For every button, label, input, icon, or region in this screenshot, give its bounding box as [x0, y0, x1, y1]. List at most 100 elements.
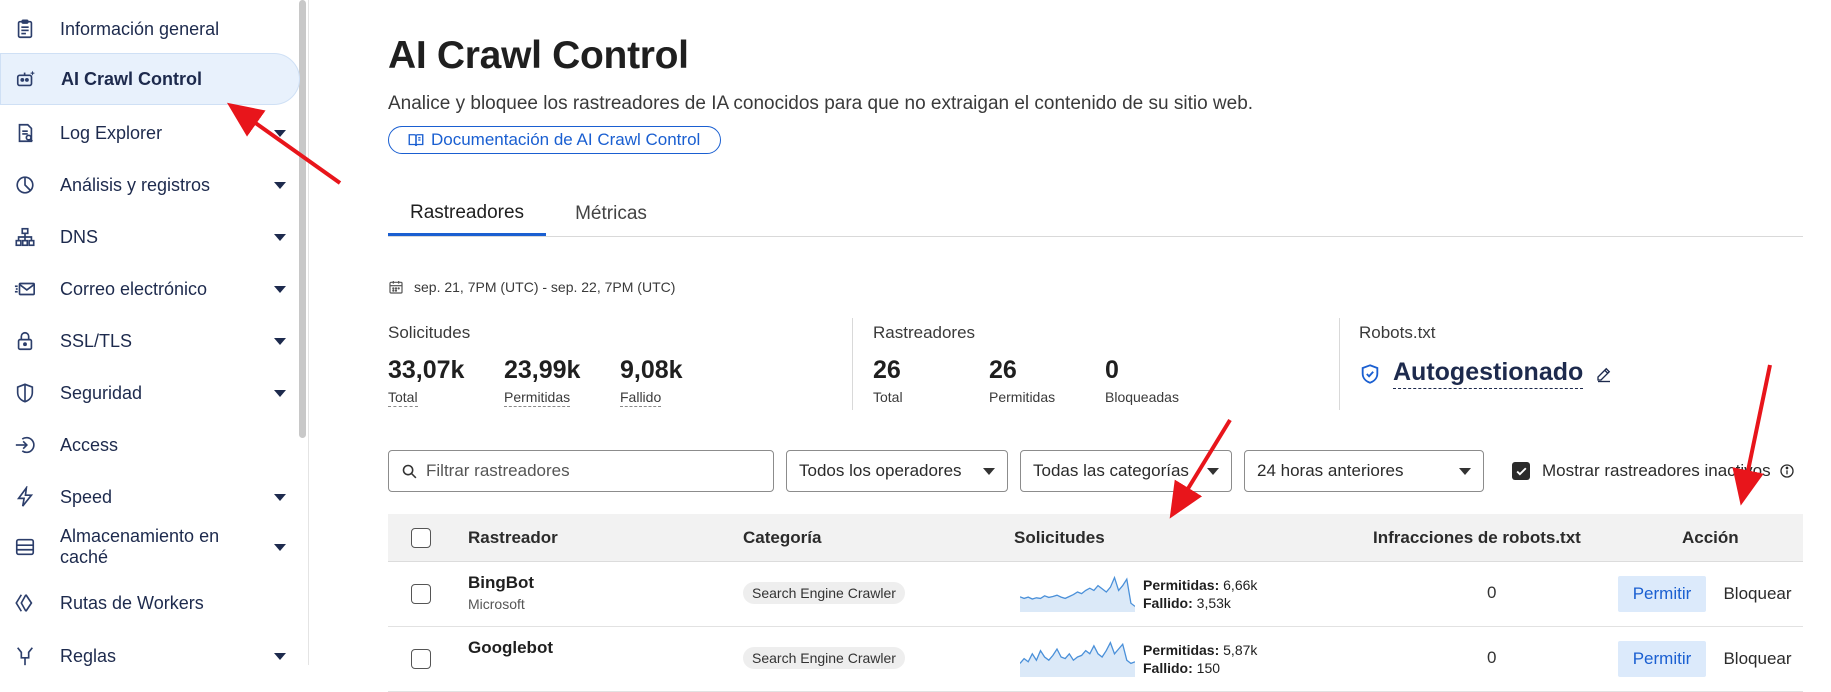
- info-icon[interactable]: [1779, 463, 1795, 479]
- sidebar-item-reglas[interactable]: Reglas: [0, 637, 298, 675]
- row-checkbox[interactable]: [411, 649, 431, 669]
- chevron-down-icon[interactable]: [274, 233, 286, 241]
- allow-button[interactable]: Permitir: [1618, 576, 1706, 612]
- chevron-down-icon[interactable]: [274, 493, 286, 501]
- stat-caption[interactable]: Permitidas: [504, 389, 571, 407]
- tab-rastreadores[interactable]: Rastreadores: [388, 192, 546, 236]
- show-inactive-toggle[interactable]: Mostrar rastreadores inactivos: [1512, 450, 1795, 492]
- failed-label: Fallido:: [1143, 660, 1193, 676]
- sidebar-item-label: Rutas de Workers: [60, 592, 204, 613]
- search-box[interactable]: [388, 450, 774, 492]
- chevron-down-icon[interactable]: [274, 337, 286, 345]
- table-row: Googlebot Search Engine Crawler Permitid…: [388, 627, 1803, 692]
- stat-caption[interactable]: Fallido: [620, 389, 662, 407]
- sidebar-item-log-explorer[interactable]: Log Explorer: [0, 114, 298, 152]
- operators-select[interactable]: Todos los operadores: [786, 450, 1008, 492]
- tab-bar: Rastreadores Métricas: [388, 192, 1803, 237]
- date-range-text: sep. 21, 7PM (UTC) - sep. 22, 7PM (UTC): [414, 279, 676, 295]
- show-inactive-label: Mostrar rastreadores inactivos: [1542, 461, 1771, 480]
- select-all-cell: [411, 514, 431, 561]
- sidebar-item-ai-crawl-control[interactable]: AI Crawl Control: [0, 53, 300, 105]
- chevron-down-icon[interactable]: [274, 181, 286, 189]
- sidebar-scrollbar[interactable]: [299, 0, 306, 438]
- requests-breakdown: Permitidas: 5,87k Fallido: 150: [1143, 641, 1257, 677]
- sidebar-item-dns[interactable]: DNS: [0, 218, 298, 256]
- calendar-icon: [389, 281, 403, 294]
- column-crawler[interactable]: Rastreador: [468, 514, 558, 561]
- row-checkbox[interactable]: [411, 584, 431, 604]
- sidebar-item-workers[interactable]: Rutas de Workers: [0, 584, 298, 622]
- sidebar-item-label: Correo electrónico: [60, 278, 208, 299]
- crawler-name[interactable]: Googlebot: [468, 638, 553, 658]
- category-badge: Search Engine Crawler: [743, 647, 905, 669]
- sidebar-item-seguridad[interactable]: Seguridad: [0, 374, 298, 412]
- pencil-icon[interactable]: [1595, 365, 1613, 383]
- sidebar-item-access[interactable]: Access: [0, 426, 298, 464]
- documentation-link-label: Documentación de AI Crawl Control: [431, 130, 701, 149]
- select-all-checkbox[interactable]: [411, 527, 431, 548]
- chevron-down-icon[interactable]: [274, 129, 286, 137]
- categories-select[interactable]: Todas las categorías: [1020, 450, 1232, 492]
- sidebar-item-speed[interactable]: Speed: [0, 478, 298, 516]
- sidebar-item-label: Access: [60, 434, 119, 455]
- allowed-value: 5,87k: [1223, 642, 1258, 658]
- page-subtitle: Analice y bloquee los rastreadores de IA…: [388, 93, 1254, 114]
- column-category[interactable]: Categoría: [743, 514, 821, 561]
- block-button[interactable]: Bloquear: [1712, 576, 1803, 612]
- checkmark-icon: [1515, 467, 1527, 476]
- chevron-down-icon[interactable]: [274, 389, 286, 397]
- workers-icon: [13, 591, 37, 615]
- operators-select-value: Todos los operadores: [799, 461, 962, 480]
- page-title: AI Crawl Control: [388, 34, 689, 77]
- crawler-name[interactable]: BingBot: [468, 573, 534, 593]
- table-header: Rastreador Categoría Solicitudes Infracc…: [388, 514, 1803, 562]
- divider: [1339, 318, 1340, 410]
- allow-button[interactable]: Permitir: [1618, 641, 1706, 677]
- sidebar-item-label: Speed: [60, 486, 113, 507]
- crawler-info: BingBot Microsoft: [468, 573, 534, 612]
- failed-label: Fallido:: [1143, 595, 1193, 611]
- sidebar-item-informacion-general[interactable]: Información general: [0, 10, 298, 48]
- search-input[interactable]: [424, 460, 748, 482]
- stat-caption[interactable]: Total: [388, 389, 418, 407]
- stat-crawlers-allowed: 26 Permitidas: [989, 356, 1055, 407]
- log-explorer-icon: [13, 121, 37, 145]
- block-button[interactable]: Bloquear: [1712, 641, 1803, 677]
- chevron-down-icon[interactable]: [274, 652, 286, 660]
- sidebar-item-correo[interactable]: Correo electrónico: [0, 270, 298, 308]
- table-row: BingBot Microsoft Search Engine Crawler …: [388, 562, 1803, 627]
- failed-value: 3,53k: [1196, 595, 1231, 611]
- time-range-select[interactable]: 24 horas anteriores: [1244, 450, 1484, 492]
- chevron-down-icon[interactable]: [274, 543, 286, 551]
- tab-metricas[interactable]: Métricas: [546, 192, 676, 236]
- column-requests[interactable]: Solicitudes: [1014, 514, 1105, 561]
- stat-value: 9,08k: [620, 356, 683, 384]
- sidebar: Información general AI Crawl Control Log…: [0, 0, 309, 666]
- chevron-down-icon: [1207, 468, 1219, 475]
- requests-sparkline: [1020, 575, 1135, 612]
- column-robots-violations[interactable]: Infracciones de robots.txt: [1373, 514, 1581, 561]
- sidebar-item-analisis-registros[interactable]: Análisis y registros: [0, 166, 298, 204]
- stat-crawlers-blocked: 0 Bloqueadas: [1105, 356, 1179, 407]
- lock-icon: [13, 329, 37, 353]
- sidebar-item-label: Reglas: [60, 645, 117, 666]
- requests-sparkline: [1020, 640, 1135, 677]
- category-badge: Search Engine Crawler: [743, 582, 905, 604]
- network-icon: [13, 225, 37, 249]
- stat-value: 0: [1105, 356, 1119, 384]
- failed-value: 150: [1196, 660, 1221, 676]
- robots-status: Autogestionado: [1359, 358, 1625, 389]
- sidebar-item-cache[interactable]: Almacenamiento en caché: [0, 524, 298, 570]
- stat-value: 26: [873, 356, 901, 384]
- show-inactive-checkbox[interactable]: [1512, 462, 1530, 480]
- sidebar-item-label: Almacenamiento en caché: [60, 526, 220, 567]
- documentation-link[interactable]: Documentación de AI Crawl Control: [388, 126, 722, 154]
- requests-breakdown: Permitidas: 6,66k Fallido: 3,53k: [1143, 576, 1257, 612]
- mail-icon: [13, 277, 37, 301]
- stats-crawlers-title: Rastreadores: [873, 323, 976, 342]
- chevron-down-icon[interactable]: [274, 285, 286, 293]
- sidebar-item-label: Análisis y registros: [60, 174, 211, 195]
- robots-status-value[interactable]: Autogestionado: [1393, 358, 1584, 389]
- sidebar-item-label: SSL/TLS: [60, 330, 133, 351]
- sidebar-item-ssl-tls[interactable]: SSL/TLS: [0, 322, 298, 360]
